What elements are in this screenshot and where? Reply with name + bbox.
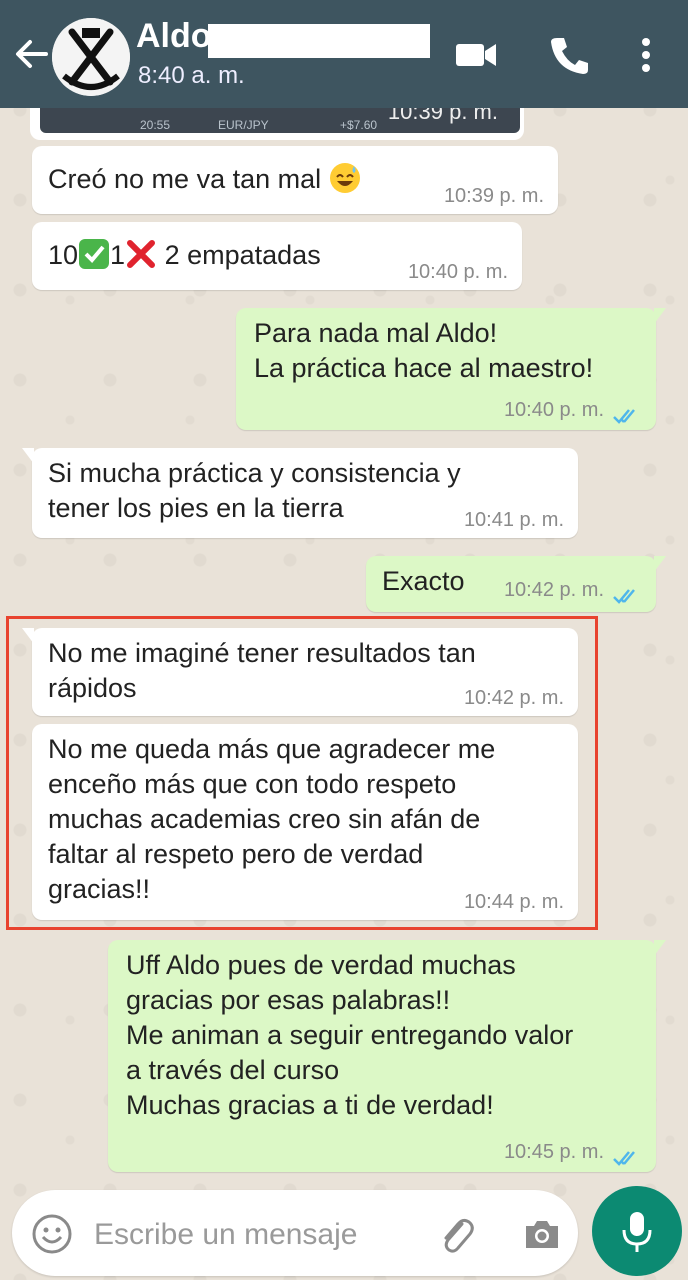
incoming-message[interactable]: No me queda más que agradecer me enceño … bbox=[32, 724, 578, 920]
message-time: 10:39 p. m. bbox=[443, 185, 544, 207]
bubble-tail bbox=[22, 448, 34, 464]
video-call-icon[interactable] bbox=[452, 30, 502, 80]
message-text: Uff Aldo pues de verdad muchas gracias p… bbox=[126, 950, 574, 1120]
incoming-message[interactable]: No me imaginé tener resultados tan rápid… bbox=[22, 628, 578, 716]
message-time: 10:41 p. m. bbox=[463, 509, 564, 531]
contact-name[interactable]: Aldo bbox=[136, 16, 212, 56]
microphone-icon bbox=[617, 1206, 657, 1256]
message-text: Creó no me va tan mal bbox=[48, 162, 361, 197]
paperclip-icon[interactable] bbox=[432, 1210, 480, 1258]
bubble-tail bbox=[654, 308, 666, 324]
bubble-tail bbox=[22, 628, 34, 644]
bubble-tail bbox=[654, 556, 666, 572]
read-receipt-icon bbox=[612, 1142, 642, 1166]
redaction-box bbox=[208, 24, 430, 58]
check-mark-button-emoji-icon bbox=[78, 238, 110, 270]
message-text: Exacto bbox=[382, 566, 465, 596]
phone-call-icon[interactable] bbox=[545, 30, 595, 80]
message-time: 10:40 p. m. bbox=[503, 399, 604, 421]
last-seen-status: 8:40 a. m. bbox=[138, 62, 245, 89]
outgoing-message[interactable]: Para nada mal Aldo! La práctica hace al … bbox=[236, 308, 666, 430]
image-text: +$7.60 bbox=[340, 118, 378, 132]
read-receipt-icon bbox=[612, 400, 642, 424]
image-text: 20:55 bbox=[140, 118, 171, 132]
message-time: 10:40 p. m. bbox=[407, 261, 508, 283]
message-text: No me imaginé tener resultados tan rápid… bbox=[48, 638, 476, 703]
chat-header: Aldo 8:40 a. m. bbox=[0, 0, 688, 108]
back-arrow-icon[interactable] bbox=[12, 30, 52, 78]
message-text: Para nada mal Aldo! La práctica hace al … bbox=[254, 318, 594, 383]
read-receipt-icon bbox=[612, 580, 642, 604]
message-text: No me queda más que agradecer me enceño … bbox=[48, 734, 496, 904]
message-text: Si mucha práctica y consistencia y tener… bbox=[48, 458, 461, 523]
voice-record-button[interactable] bbox=[592, 1186, 682, 1276]
outgoing-message[interactable]: Uff Aldo pues de verdad muchas gracias p… bbox=[108, 940, 666, 1172]
incoming-message[interactable]: Creó no me va tan mal 10:39 p. m. bbox=[32, 146, 558, 214]
cross-mark-emoji-icon bbox=[125, 238, 157, 270]
message-composer bbox=[12, 1190, 578, 1276]
contact-avatar[interactable] bbox=[52, 18, 130, 96]
incoming-message[interactable]: Si mucha práctica y consistencia y tener… bbox=[22, 448, 578, 538]
incoming-message[interactable]: 10 1 2 empatadas 10:40 p. m. bbox=[32, 222, 522, 290]
message-time: 10:42 p. m. bbox=[463, 687, 564, 709]
message-input[interactable] bbox=[92, 1212, 406, 1258]
sweat-smile-emoji-icon bbox=[329, 162, 361, 194]
outgoing-message[interactable]: Exacto 10:42 p. m. bbox=[366, 556, 666, 612]
camera-icon[interactable] bbox=[518, 1210, 566, 1258]
message-text: 10 1 2 empatadas bbox=[48, 238, 321, 270]
emoji-icon[interactable] bbox=[30, 1212, 74, 1256]
image-text: EUR/JPY bbox=[218, 118, 269, 132]
message-time: 10:45 p. m. bbox=[503, 1141, 604, 1163]
message-time: 10:42 p. m. bbox=[503, 579, 604, 601]
message-time: 10:44 p. m. bbox=[463, 891, 564, 913]
more-options-icon[interactable] bbox=[628, 30, 678, 80]
bubble-tail bbox=[654, 940, 666, 956]
